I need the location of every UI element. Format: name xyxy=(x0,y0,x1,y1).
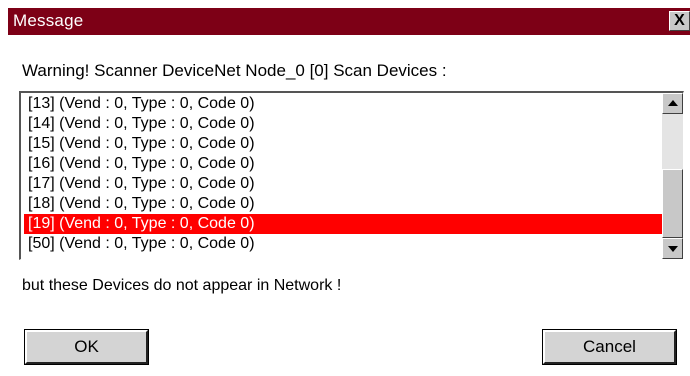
list-item[interactable]: [16] (Vend : 0, Type : 0, Code 0) xyxy=(24,154,663,174)
title-bar: Message X xyxy=(8,8,690,35)
notice-text: but these Devices do not appear in Netwo… xyxy=(22,277,342,294)
message-dialog: Message X Warning! Scanner DeviceNet Nod… xyxy=(0,0,690,376)
device-list-items: [13] (Vend : 0, Type : 0, Code 0) [14] (V… xyxy=(21,93,663,259)
list-item[interactable]: [15] (Vend : 0, Type : 0, Code 0) xyxy=(24,134,663,154)
list-item[interactable]: [13] (Vend : 0, Type : 0, Code 0) xyxy=(24,94,663,114)
list-item[interactable]: [50] (Vend : 0, Type : 0, Code 0) xyxy=(24,234,663,254)
scroll-up-icon xyxy=(668,100,678,106)
list-item[interactable]: [14] (Vend : 0, Type : 0, Code 0) xyxy=(24,114,663,134)
vertical-scrollbar[interactable] xyxy=(662,93,683,259)
window-title: Message xyxy=(13,11,84,30)
warning-text: Warning! Scanner DeviceNet Node_0 [0] Sc… xyxy=(22,61,447,80)
cancel-button[interactable]: Cancel xyxy=(542,329,677,365)
close-icon[interactable]: X xyxy=(669,11,690,31)
scroll-thumb[interactable] xyxy=(662,169,683,238)
list-item[interactable]: [19] (Vend : 0, Type : 0, Code 0) xyxy=(24,214,663,234)
scroll-down-icon xyxy=(668,246,678,252)
scroll-down-button[interactable] xyxy=(662,238,683,259)
device-list[interactable]: [13] (Vend : 0, Type : 0, Code 0) [14] (V… xyxy=(19,91,684,260)
ok-button[interactable]: OK xyxy=(24,329,149,365)
list-item[interactable]: [17] (Vend : 0, Type : 0, Code 0) xyxy=(24,174,663,194)
scroll-up-button[interactable] xyxy=(662,93,683,114)
list-item[interactable]: [18] (Vend : 0, Type : 0, Code 0) xyxy=(24,194,663,214)
